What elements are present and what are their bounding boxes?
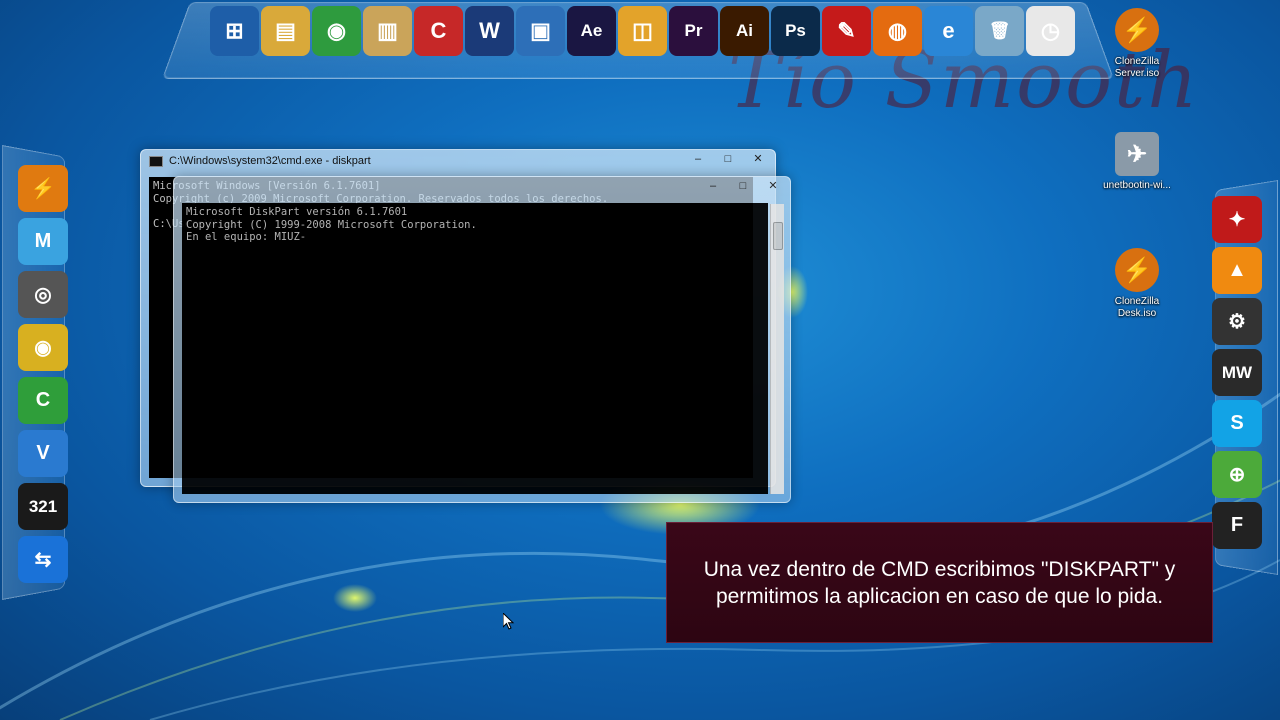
diskpart-window-controls: – □ ✕ bbox=[702, 179, 784, 193]
illustrator-icon[interactable]: Ai bbox=[720, 6, 769, 56]
windows-start-icon[interactable]: ⊞ bbox=[210, 6, 259, 56]
acrobat-icon[interactable]: ✎ bbox=[822, 6, 871, 56]
cmd-title: C:\Windows\system32\cmd.exe - diskpart bbox=[169, 155, 371, 167]
vectorial-icon[interactable]: V bbox=[18, 430, 68, 477]
clock-icon[interactable]: ◷ bbox=[1026, 6, 1075, 56]
camtasia-icon[interactable]: C bbox=[18, 377, 68, 424]
skype-icon[interactable]: S bbox=[1212, 400, 1262, 447]
after-effects-icon[interactable]: Ae bbox=[567, 6, 616, 56]
vertical-scrollbar[interactable] bbox=[770, 204, 784, 494]
desktop-icon-label: unetbootin-wi... bbox=[1103, 180, 1171, 191]
window-icon[interactable]: ◫ bbox=[618, 6, 667, 56]
lock-cloud-icon[interactable]: ⊕ bbox=[1212, 451, 1262, 498]
clonezilla-server-shortcut[interactable]: ⚡ CloneZilla Server.iso bbox=[1092, 8, 1182, 80]
cmd-titlebar[interactable]: C:\Windows\system32\cmd.exe - diskpart bbox=[141, 150, 775, 172]
clonezilla-desk-icon: ⚡ bbox=[1115, 248, 1159, 292]
ccleaner-icon[interactable]: C bbox=[414, 6, 463, 56]
remote-icon[interactable]: ✦ bbox=[1212, 196, 1262, 243]
unetbootin-shortcut[interactable]: ✈ unetbootin-wi... bbox=[1092, 132, 1182, 192]
desktop-icon-label: CloneZilla Server.iso bbox=[1114, 56, 1160, 79]
nfs-mw-icon[interactable]: MW bbox=[1212, 349, 1262, 396]
premiere-icon[interactable]: Pr bbox=[669, 6, 718, 56]
chrome-icon[interactable]: ◉ bbox=[312, 6, 361, 56]
cmd-icon bbox=[149, 155, 163, 167]
tutorial-caption: Una vez dentro de CMD escribimos "DISKPA… bbox=[666, 522, 1213, 643]
diskpart-console[interactable]: Microsoft DiskPart versión 6.1.7601 Copy… bbox=[182, 203, 768, 494]
diskpart-maximize-button[interactable]: □ bbox=[732, 179, 754, 193]
wordpad-icon[interactable]: W bbox=[465, 6, 514, 56]
unetbootin-icon: ✈ bbox=[1115, 132, 1159, 176]
close-button[interactable]: ✕ bbox=[747, 152, 769, 166]
folder-icon[interactable]: ▤ bbox=[261, 6, 310, 56]
media-icon[interactable]: ◎ bbox=[18, 271, 68, 318]
diskpart-close-button[interactable]: ✕ bbox=[762, 179, 784, 193]
left-dock: ⚡ M ◎ ◉ C V 321 ⇆ bbox=[18, 165, 68, 583]
window-controls: – □ ✕ bbox=[687, 152, 769, 166]
library-icon[interactable]: ▥ bbox=[363, 6, 412, 56]
clonezilla-server-icon: ⚡ bbox=[1115, 8, 1159, 52]
firefox-icon[interactable]: ◍ bbox=[873, 6, 922, 56]
dvd-icon[interactable]: ◉ bbox=[18, 324, 68, 371]
update-icon[interactable]: ⚙ bbox=[1212, 298, 1262, 345]
daemon-tools-icon[interactable]: ⚡ bbox=[18, 165, 68, 212]
scrollbar-thumb[interactable] bbox=[773, 222, 783, 250]
filezilla-icon[interactable]: F bbox=[1212, 502, 1262, 549]
maximize-button[interactable]: □ bbox=[717, 152, 739, 166]
vlc-icon[interactable]: ▲ bbox=[1212, 247, 1262, 294]
diskpart-minimize-button[interactable]: – bbox=[702, 179, 724, 193]
top-dock: ⊞ ▤ ◉ ▥ C W ▣ Ae ◫ Pr Ai Ps ✎ ◍ e 🗑 ◷ bbox=[210, 6, 1075, 56]
network-icon[interactable]: ▣ bbox=[516, 6, 565, 56]
media-player-classic-icon[interactable]: 321 bbox=[18, 483, 68, 530]
diskpart-window[interactable]: – □ ✕ Microsoft DiskPart versión 6.1.760… bbox=[173, 176, 791, 503]
mouse-cursor-icon bbox=[503, 613, 515, 630]
minimize-button[interactable]: – bbox=[687, 152, 709, 166]
internet-explorer-icon[interactable]: e bbox=[924, 6, 973, 56]
right-dock: ✦ ▲ ⚙ MW S ⊕ F bbox=[1212, 196, 1262, 549]
cloud-m-icon[interactable]: M bbox=[18, 218, 68, 265]
recycle-bin-icon[interactable]: 🗑 bbox=[975, 6, 1024, 56]
photoshop-icon[interactable]: Ps bbox=[771, 6, 820, 56]
teamviewer-icon[interactable]: ⇆ bbox=[18, 536, 68, 583]
desktop-icon-label: CloneZilla Desk.iso bbox=[1114, 296, 1160, 319]
diskpart-titlebar[interactable] bbox=[174, 177, 790, 199]
clonezilla-desk-shortcut[interactable]: ⚡ CloneZilla Desk.iso bbox=[1092, 248, 1182, 320]
